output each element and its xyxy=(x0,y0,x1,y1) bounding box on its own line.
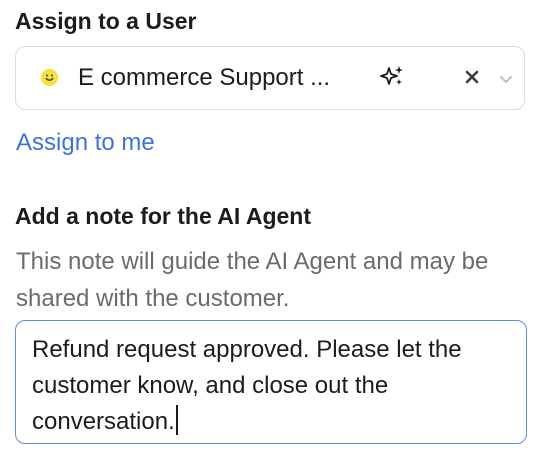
note-textarea[interactable]: Refund request approved. Please let the … xyxy=(15,320,527,444)
note-heading: Add a note for the AI Agent xyxy=(15,203,312,229)
smiley-face-icon xyxy=(41,69,58,86)
sparkle-icon xyxy=(380,64,406,90)
assign-user-heading: Assign to a User xyxy=(15,8,197,34)
clear-selection-icon[interactable] xyxy=(464,69,480,85)
note-help-text: This note will guide the AI Agent and ma… xyxy=(16,248,489,312)
chevron-down-icon[interactable] xyxy=(499,72,513,83)
selected-user-value: E commerce Support ... xyxy=(78,64,331,91)
text-caret xyxy=(175,405,178,435)
note-text: Refund request approved. Please let the … xyxy=(32,336,462,435)
assign-to-me-link[interactable]: Assign to me xyxy=(16,129,155,157)
assign-user-select[interactable]: E commerce Support ... xyxy=(15,46,525,110)
